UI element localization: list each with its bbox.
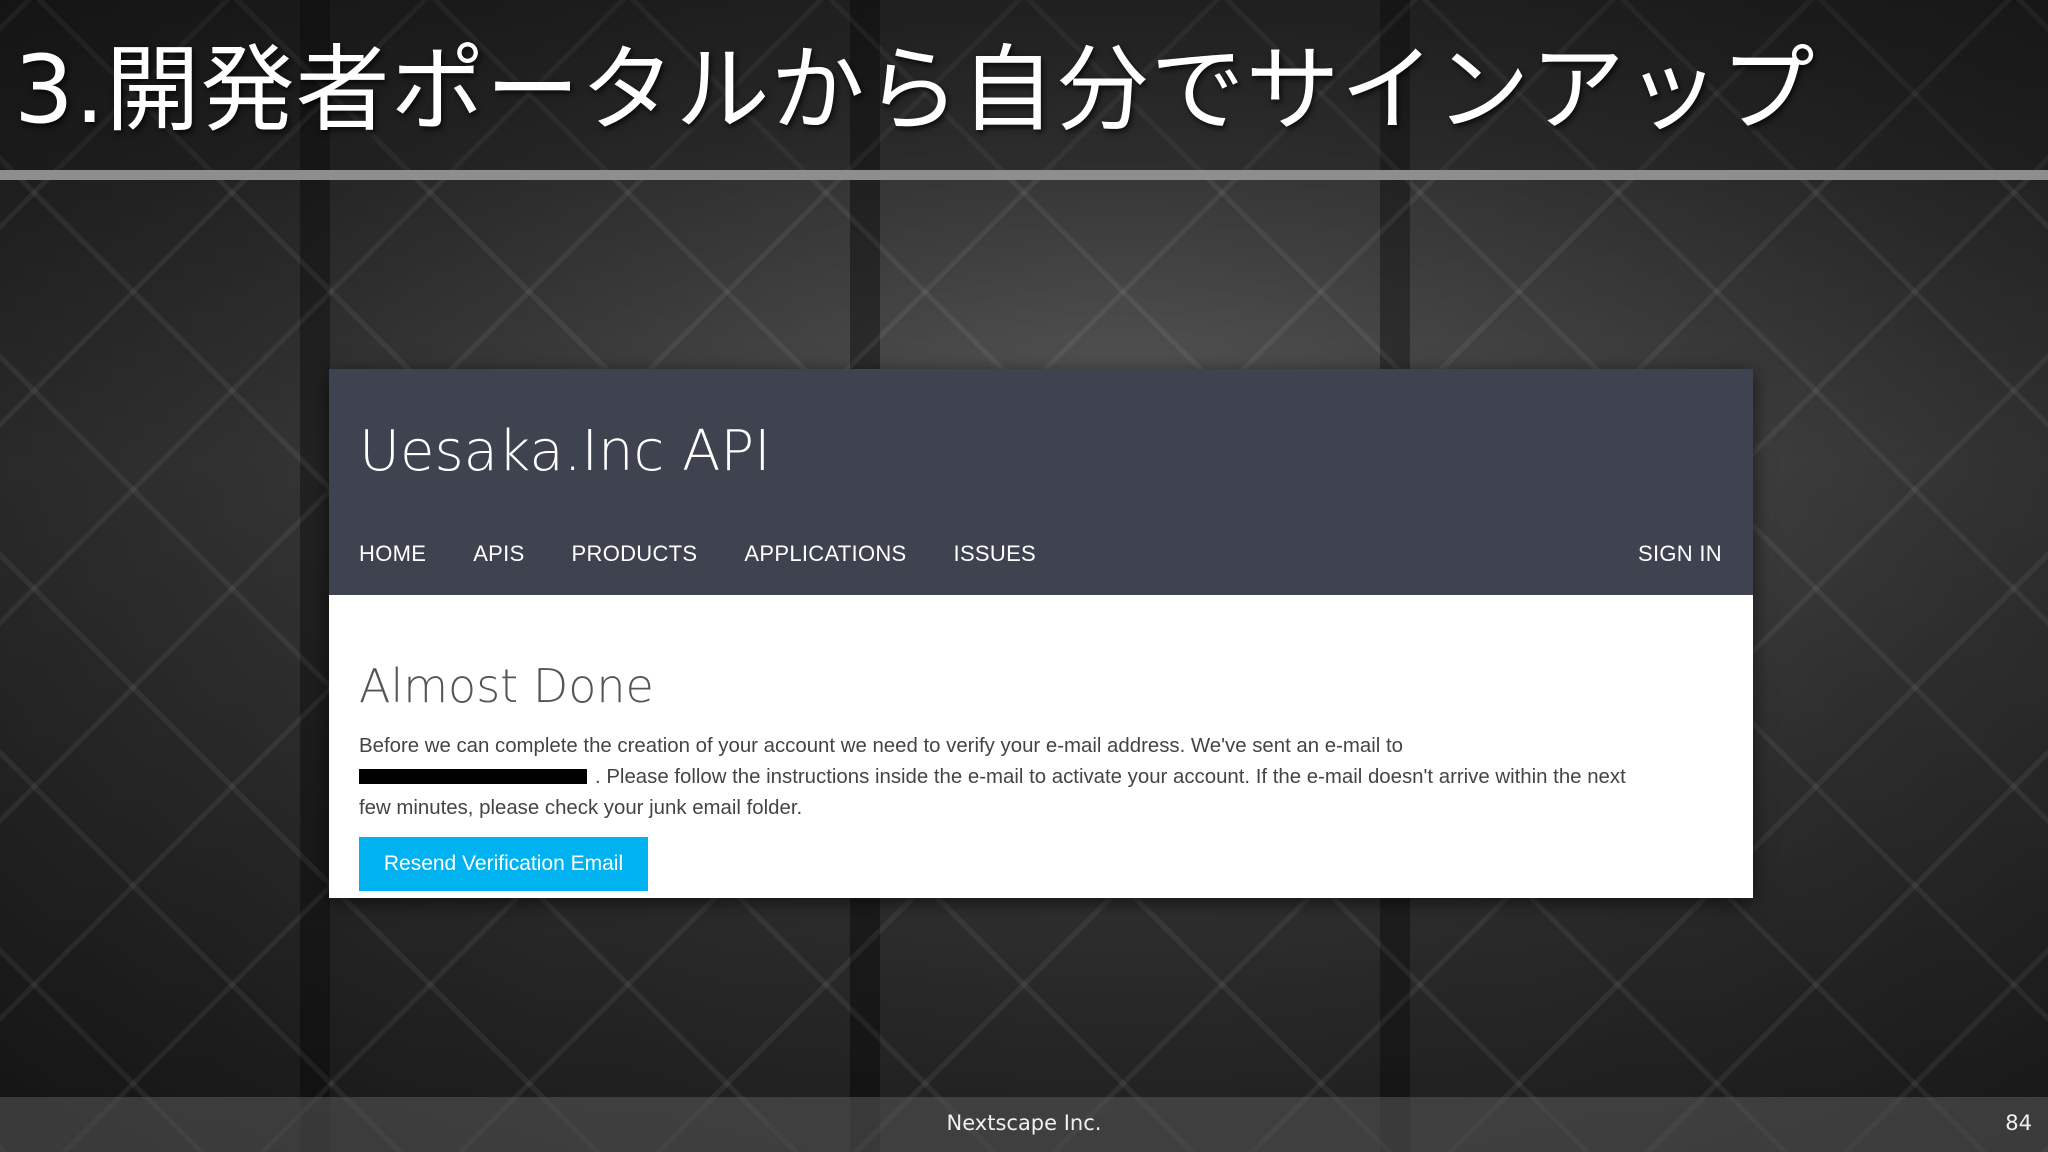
nav-item-apis[interactable]: APIS: [473, 541, 524, 567]
nav-item-issues[interactable]: ISSUES: [954, 541, 1037, 567]
portal-header: Uesaka.Inc API HOME APIS PRODUCTS APPLIC…: [329, 369, 1753, 595]
redacted-email: [359, 769, 587, 784]
portal-brand[interactable]: Uesaka.Inc API: [359, 419, 771, 484]
nav-item-applications[interactable]: APPLICATIONS: [744, 541, 906, 567]
portal-nav: HOME APIS PRODUCTS APPLICATIONS ISSUES: [359, 541, 1083, 567]
message-line-3: few minutes, please check your junk emai…: [359, 797, 803, 819]
nav-item-home[interactable]: HOME: [359, 541, 426, 567]
message-line-1: Before we can complete the creation of y…: [359, 735, 1403, 757]
verification-message: Before we can complete the creation of y…: [359, 731, 1724, 824]
portal-screenshot: Uesaka.Inc API HOME APIS PRODUCTS APPLIC…: [329, 369, 1753, 898]
title-divider: [0, 170, 2048, 180]
page-heading: Almost Done: [359, 659, 654, 713]
message-line-2: . Please follow the instructions inside …: [595, 766, 1626, 788]
slide-title: 3.開発者ポータルから自分でサインアップ: [14, 36, 1816, 145]
page-number: 84: [2005, 1111, 2032, 1135]
footer-company: Nextscape Inc.: [946, 1111, 1102, 1135]
sign-in-link[interactable]: SIGN IN: [1638, 541, 1722, 567]
resend-verification-button[interactable]: Resend Verification Email: [359, 837, 648, 891]
nav-item-products[interactable]: PRODUCTS: [572, 541, 698, 567]
slide-footer: Nextscape Inc. 84: [0, 1097, 2048, 1152]
